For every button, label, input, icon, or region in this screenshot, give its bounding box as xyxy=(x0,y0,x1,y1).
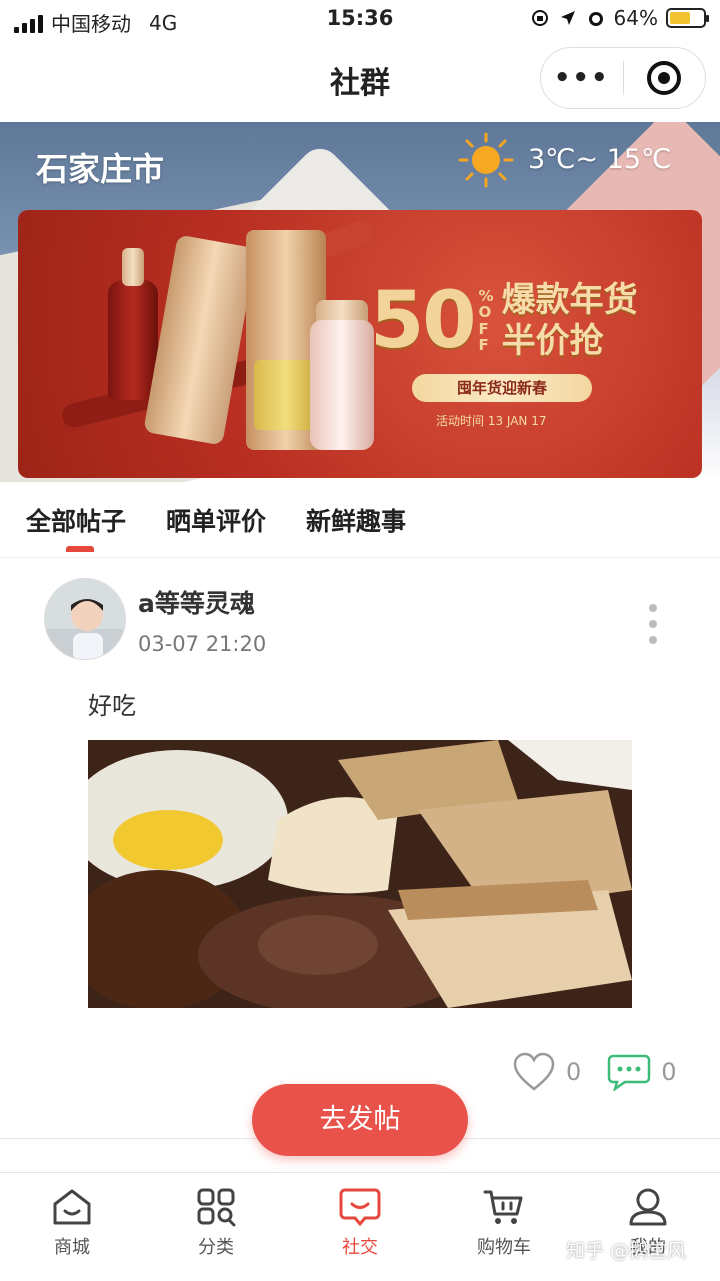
promo-date: 活动时间 13 JAN 17 xyxy=(436,413,547,428)
battery-percent: 64% xyxy=(613,6,658,30)
comment-count: 0 xyxy=(661,1058,677,1086)
discount-off-label: % O F F xyxy=(478,286,494,355)
more-menu-icon[interactable]: ••• xyxy=(541,63,623,93)
city-name: 石家庄市 xyxy=(36,150,165,188)
location-icon xyxy=(560,11,575,25)
home-icon xyxy=(53,1189,91,1225)
like-button[interactable]: 0 xyxy=(512,1052,581,1092)
avatar[interactable] xyxy=(44,578,126,660)
tab-cart[interactable]: 购物车 xyxy=(432,1187,576,1259)
comment-icon xyxy=(608,1054,651,1091)
temperature-range: 3℃~ 15℃ xyxy=(528,144,672,175)
close-mini-program-button[interactable] xyxy=(624,61,706,95)
tab-all-posts[interactable]: 全部帖子 xyxy=(26,502,126,538)
product-dropper-image xyxy=(122,248,144,286)
food-photo-image xyxy=(88,740,632,1008)
cart-icon xyxy=(483,1190,523,1224)
tab-category[interactable]: 分类 xyxy=(144,1187,288,1259)
product-cleanser-image xyxy=(143,234,257,446)
promo-headline: 爆款年货 半价抢 xyxy=(501,280,638,361)
product-essence-liquid xyxy=(254,360,318,430)
tab-fun-stories[interactable]: 新鲜趣事 xyxy=(306,502,406,538)
status-bar: 中国移动 4G 15:36 64% xyxy=(0,0,720,40)
post-timestamp: 03-07 21:20 xyxy=(138,632,267,656)
watermark: 知乎 @鹅堂风 xyxy=(566,1240,687,1262)
tab-cart-label: 购物车 xyxy=(477,1237,531,1258)
tab-social-label: 社交 xyxy=(342,1237,378,1258)
category-icon xyxy=(197,1188,236,1227)
tab-reviews[interactable]: 晒单评价 xyxy=(166,502,266,538)
tab-social[interactable]: 社交 xyxy=(288,1187,432,1259)
post-actions: 0 0 xyxy=(512,1052,703,1092)
post-card[interactable]: a等等灵魂 03-07 21:20 好吃 0 0 xyxy=(0,560,720,1140)
user-avatar-image xyxy=(45,579,125,659)
bottom-tab-bar: 商城 分类 社交 购物车 我的 xyxy=(0,1172,720,1281)
tab-category-label: 分类 xyxy=(198,1237,234,1258)
discount-value: 50 xyxy=(370,275,477,366)
heart-icon xyxy=(513,1052,555,1091)
tab-mall-label: 商城 xyxy=(54,1237,90,1258)
product-serum-image xyxy=(108,280,158,400)
target-icon xyxy=(647,61,682,95)
post-options-icon[interactable] xyxy=(646,604,660,644)
alarm-icon xyxy=(588,12,603,26)
nav-bar: 社群 ••• xyxy=(0,40,720,122)
comment-button[interactable]: 0 xyxy=(607,1053,677,1091)
chat-icon xyxy=(339,1188,381,1226)
product-cream-image xyxy=(310,320,374,450)
tab-mall[interactable]: 商城 xyxy=(0,1187,144,1259)
promo-copy: 50 % O F F 爆款年货 半价抢 囤年货迎新春 活动时间 13 JAN 1… xyxy=(370,280,670,429)
post-photo[interactable] xyxy=(88,740,632,1008)
promo-banner[interactable]: 50 % O F F 爆款年货 半价抢 囤年货迎新春 活动时间 13 JAN 1… xyxy=(18,210,702,478)
user-icon xyxy=(629,1188,667,1226)
post-content: 好吃 xyxy=(88,692,136,720)
sun-icon xyxy=(458,132,514,188)
like-count: 0 xyxy=(566,1058,582,1086)
rotation-lock-icon xyxy=(531,10,548,26)
post-username[interactable]: a等等灵魂 xyxy=(138,584,255,620)
active-tab-indicator xyxy=(66,546,94,552)
promo-tagline: 囤年货迎新春 xyxy=(412,373,592,402)
create-post-button[interactable]: 去发帖 xyxy=(252,1084,468,1156)
battery-icon xyxy=(666,8,709,28)
post-filter-tabs: 全部帖子 晒单评价 新鲜趣事 xyxy=(0,482,720,558)
mini-program-capsule: ••• xyxy=(540,47,706,109)
system-indicators: 64% xyxy=(530,6,709,30)
